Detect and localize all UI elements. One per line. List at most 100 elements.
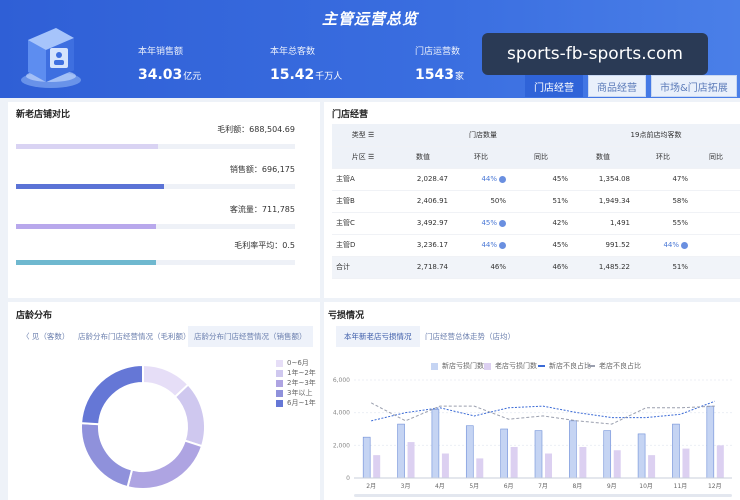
subheader-mom: 环比 bbox=[634, 146, 692, 169]
loss-legend-new-line: 新店不良占比 bbox=[538, 361, 591, 371]
legend-swatch bbox=[276, 379, 283, 387]
loss-tab-trend[interactable]: 门店经营总体走势（店均） bbox=[425, 331, 515, 342]
kpi-customers-label: 本年总客数 bbox=[270, 47, 316, 57]
bar-new-store[interactable] bbox=[465, 425, 474, 479]
x-tick-label: 12月 bbox=[708, 483, 722, 490]
cell-yoy: 42% bbox=[510, 212, 572, 235]
legend-swatch bbox=[276, 359, 283, 367]
bar-old-store[interactable] bbox=[441, 453, 449, 479]
x-tick-label: 3月 bbox=[401, 483, 411, 490]
loss-tab-new-old[interactable]: 本年新老店亏损情况 bbox=[336, 326, 420, 347]
bar-new-store[interactable] bbox=[569, 420, 577, 479]
bar-old-store[interactable] bbox=[648, 455, 656, 478]
bar-old-store[interactable] bbox=[545, 453, 552, 479]
subheader-value: 数值 bbox=[572, 146, 634, 169]
bar-old-store[interactable] bbox=[613, 450, 621, 478]
compare-title: 新老店铺对比 bbox=[16, 110, 71, 120]
metric-gross-profit: 毛利额：688,504.69 bbox=[16, 124, 295, 154]
stores-table: 类型 ☰ 门店数量 19点前店均客数 片区 ☰ 数值 环比 同比 数值 环比 同… bbox=[332, 124, 740, 279]
sort-icon[interactable]: ☰ bbox=[368, 153, 374, 161]
x-tick-label: 11月 bbox=[674, 483, 688, 490]
bar-old-store[interactable] bbox=[682, 448, 690, 478]
bar-new-store[interactable] bbox=[534, 430, 543, 479]
kpi-stores: 门店运营数 1543家 bbox=[415, 44, 464, 83]
table-row: 主管D 3,236.17 44% 45% 991.52 44% bbox=[332, 234, 740, 257]
table-header-row: 类型 ☰ 门店数量 19点前店均客数 bbox=[332, 124, 740, 147]
dashboard-logo-icon bbox=[21, 28, 81, 88]
age-legend-item[interactable]: 3年以上 bbox=[276, 388, 312, 398]
bar-old-store[interactable] bbox=[510, 446, 518, 478]
tab-product-ops[interactable]: 商品经营 bbox=[588, 75, 646, 97]
loss-title: 亏损情况 bbox=[328, 311, 365, 321]
cell-value: 1,354.08 bbox=[572, 168, 634, 191]
x-tick-label: 2月 bbox=[366, 483, 376, 490]
legend-swatch bbox=[484, 362, 491, 370]
loss-legend-old-bar: 老店亏损门数 bbox=[484, 361, 537, 371]
age-legend-item[interactable]: 6月~1年 bbox=[276, 398, 316, 408]
cell-value: 2,406.91 bbox=[394, 190, 452, 213]
age-tab-customers[interactable]: 〈 见（客数） bbox=[22, 331, 69, 342]
info-dot-icon bbox=[499, 241, 506, 249]
x-tick-label: 7月 bbox=[538, 483, 548, 490]
cell-region: 主管D bbox=[332, 234, 394, 257]
subheader-region: 片区 ☰ bbox=[332, 146, 394, 169]
donut-slice[interactable] bbox=[173, 383, 206, 448]
bar-old-store[interactable] bbox=[373, 455, 381, 478]
legend-swatch bbox=[588, 365, 595, 367]
age-tab-sales[interactable]: 店龄分布门店经营情况（销售额） bbox=[188, 326, 313, 347]
metric-margin: 毛利率平均：0.5 bbox=[16, 240, 295, 270]
bar-new-store[interactable] bbox=[397, 423, 405, 479]
metric-sales-bar bbox=[16, 184, 164, 189]
chart-scrollbar[interactable] bbox=[354, 494, 732, 497]
bar-new-store[interactable] bbox=[603, 430, 612, 479]
loss-legend-new-bar: 新店亏损门数 bbox=[431, 361, 484, 371]
metric-gross-profit-track bbox=[16, 144, 295, 149]
bar-old-store[interactable] bbox=[476, 458, 484, 478]
cell-yoy: 51% bbox=[510, 190, 572, 213]
age-tab-gross-profit[interactable]: 店龄分布门店经营情况（毛利额） bbox=[78, 331, 191, 342]
top-tabs: 门店经营 商品经营 市场&门店拓展 bbox=[520, 75, 737, 97]
bar-old-store[interactable] bbox=[716, 445, 724, 478]
tab-market-expansion[interactable]: 市场&门店拓展 bbox=[651, 75, 737, 97]
age-legend-item[interactable]: 0~6月 bbox=[276, 358, 309, 368]
cell-yoy bbox=[692, 190, 740, 213]
bar-old-store[interactable] bbox=[407, 442, 415, 478]
cell-region: 合计 bbox=[332, 256, 394, 279]
bar-new-store[interactable] bbox=[500, 428, 508, 479]
cell-value: 2,718.74 bbox=[394, 256, 452, 279]
donut-slice[interactable] bbox=[80, 363, 144, 426]
age-legend-item[interactable]: 2年~3年 bbox=[276, 378, 316, 388]
tab-store-ops[interactable]: 门店经营 bbox=[525, 75, 583, 97]
y-tick-label: 6,000 bbox=[333, 377, 350, 384]
legend-swatch bbox=[276, 399, 283, 407]
subheader-mom: 环比 bbox=[452, 146, 510, 169]
y-tick-label: 0 bbox=[346, 475, 350, 482]
cell-value: 1,485.22 bbox=[572, 256, 634, 279]
cell-value: 991.52 bbox=[572, 234, 634, 257]
subheader-yoy: 同比 bbox=[692, 146, 740, 169]
cell-region: 主管C bbox=[332, 212, 394, 235]
donut-slice[interactable] bbox=[80, 422, 134, 489]
metric-traffic: 客流量：711,785 bbox=[16, 204, 295, 234]
table-row: 主管B 2,406.91 50% 51% 1,949.34 58% bbox=[332, 190, 740, 213]
cell-value: 1,491 bbox=[572, 212, 634, 235]
bar-new-store[interactable] bbox=[672, 423, 680, 479]
header-store-count: 门店数量 bbox=[394, 124, 572, 147]
bar-new-store[interactable] bbox=[706, 405, 715, 479]
cell-value: 2,028.47 bbox=[394, 168, 452, 191]
age-legend-item[interactable]: 1年~2年 bbox=[276, 368, 316, 378]
sort-icon[interactable]: ☰ bbox=[368, 131, 374, 139]
cell-region: 主管A bbox=[332, 168, 394, 191]
table-subheader-row: 片区 ☰ 数值 环比 同比 数值 环比 同比 bbox=[332, 146, 740, 169]
cell-mom: 44% bbox=[481, 241, 497, 249]
donut-slice[interactable] bbox=[126, 439, 204, 490]
bar-old-store[interactable] bbox=[579, 446, 587, 478]
x-tick-label: 5月 bbox=[469, 483, 479, 490]
bar-new-store[interactable] bbox=[362, 436, 371, 479]
kpi-sales-value: 34.03 bbox=[138, 67, 183, 83]
subheader-value: 数值 bbox=[394, 146, 452, 169]
loss-legend-old-line: 老店不良占比 bbox=[588, 361, 641, 371]
page-title: 主管运营总览 bbox=[321, 10, 418, 28]
bar-new-store[interactable] bbox=[431, 409, 440, 479]
bar-new-store[interactable] bbox=[637, 433, 646, 479]
